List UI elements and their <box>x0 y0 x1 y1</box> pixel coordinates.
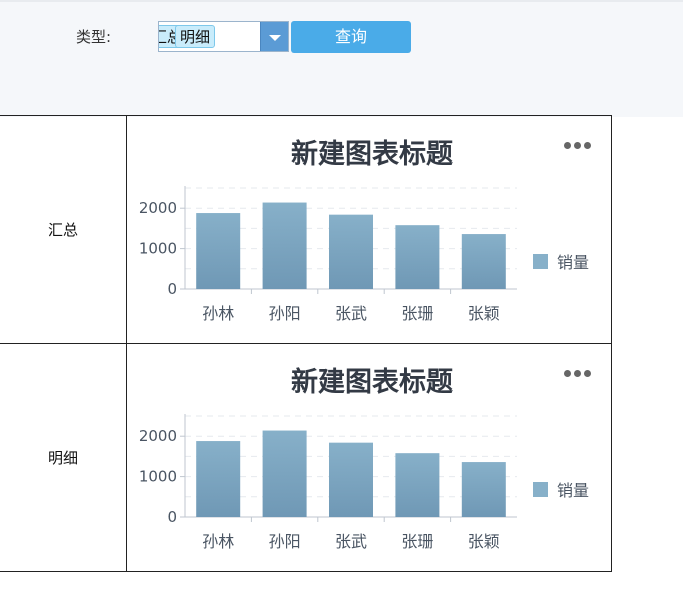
table-row: 汇总 新建图表标题 0 1000 2000 孙林 孙阳 张武 张珊 张颖 销量 <box>0 115 612 344</box>
bar[interactable] <box>395 225 440 289</box>
x-tick-label: 孙阳 <box>269 532 301 551</box>
legend-swatch[interactable] <box>533 482 548 497</box>
chart-plot: 0 1000 2000 孙林 孙阳 张武 张珊 张颖 销量 <box>139 414 589 551</box>
bar[interactable] <box>329 442 373 517</box>
x-tick-label: 孙林 <box>202 532 234 551</box>
chevron-down-icon[interactable] <box>260 22 288 51</box>
y-tick-label: 2000 <box>139 427 177 445</box>
y-tick-label: 1000 <box>139 468 177 486</box>
y-tick-label: 0 <box>167 280 177 298</box>
y-tick-label: 0 <box>167 508 177 526</box>
y-tick-label: 1000 <box>139 240 177 258</box>
bar[interactable] <box>461 234 506 289</box>
x-tick-label: 孙阳 <box>269 304 301 323</box>
bar[interactable] <box>196 441 241 517</box>
chart-cell: 新建图表标题 0 1000 2000 孙林 孙阳 张武 张珊 张颖 销量 <box>126 343 612 572</box>
bar[interactable] <box>461 462 506 517</box>
report-table: 汇总 新建图表标题 0 1000 2000 孙林 孙阳 张武 张珊 张颖 销量 明细 新建图表标… <box>0 115 612 572</box>
row-label-summary: 汇总 <box>0 115 127 344</box>
legend-swatch[interactable] <box>533 254 548 269</box>
legend-label[interactable]: 销量 <box>557 481 589 500</box>
x-tick-label: 张颖 <box>468 532 500 551</box>
row-label-detail: 明细 <box>0 343 127 572</box>
x-tick-label: 孙林 <box>202 304 234 323</box>
bar[interactable] <box>196 213 241 289</box>
x-tick-label: 张珊 <box>401 304 433 323</box>
chart-cell: 新建图表标题 0 1000 2000 孙林 孙阳 张武 张珊 张颖 销量 <box>126 115 612 344</box>
bar-chart: 新建图表标题 0 1000 2000 孙林 孙阳 张武 张珊 张颖 销量 <box>127 344 611 571</box>
x-tick-label: 张珊 <box>401 532 433 551</box>
chart-plot: 0 1000 2000 孙林 孙阳 张武 张珊 张颖 销量 <box>139 186 589 323</box>
y-tick-label: 2000 <box>139 199 177 217</box>
x-tick-label: 张武 <box>335 532 367 551</box>
bar[interactable] <box>262 202 307 289</box>
table-row: 明细 新建图表标题 0 1000 2000 孙林 孙阳 张武 张珊 张颖 销量 <box>0 343 612 572</box>
x-tick-label: 张武 <box>335 304 367 323</box>
bar[interactable] <box>329 214 373 289</box>
bar[interactable] <box>262 430 307 517</box>
query-button[interactable]: 查询 <box>291 21 411 53</box>
type-multiselect[interactable]: 汇总 明细 <box>158 21 289 52</box>
query-toolbar: 类型: 汇总 明细 查询 <box>0 0 683 117</box>
legend-label[interactable]: 销量 <box>557 253 589 272</box>
type-label: 类型: <box>76 28 112 46</box>
bar[interactable] <box>395 453 440 517</box>
x-tick-label: 张颖 <box>468 304 500 323</box>
selected-tag-detail[interactable]: 明细 <box>175 25 216 48</box>
bar-chart: 新建图表标题 0 1000 2000 孙林 孙阳 张武 张珊 张颖 销量 <box>127 116 611 343</box>
